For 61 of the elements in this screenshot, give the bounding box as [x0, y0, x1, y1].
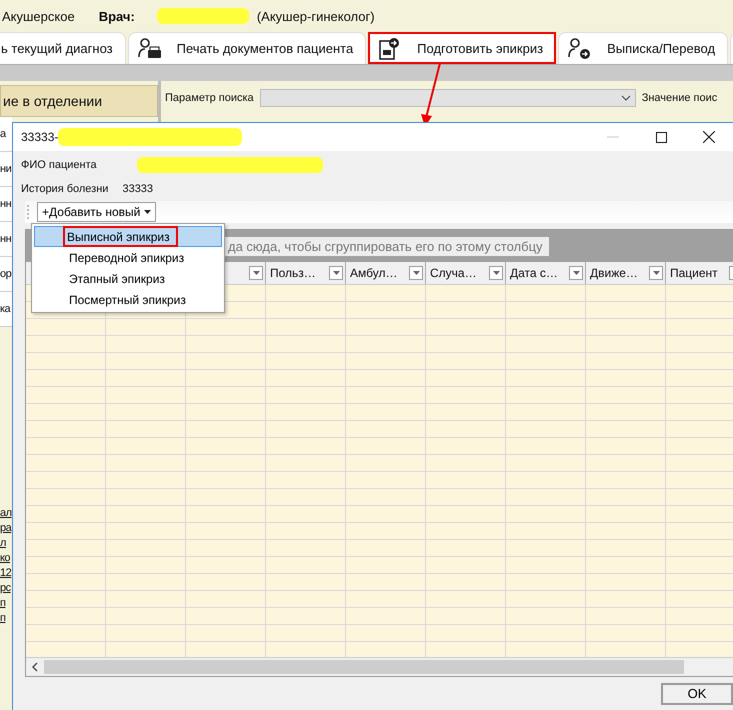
group-hint: да сюда, чтобы сгруппировать его по этому столбцу — [222, 236, 549, 256]
link[interactable]: л — [0, 537, 6, 550]
minimize-icon — [607, 136, 619, 138]
link[interactable]: ал — [0, 507, 12, 520]
tab[interactable]: ь текущий диагноз — [0, 32, 126, 64]
menu-item[interactable]: Посмертный эпикриз — [34, 289, 222, 310]
link[interactable]: п — [0, 597, 6, 610]
link[interactable]: п — [0, 612, 6, 625]
link[interactable]: ко — [0, 552, 10, 565]
panel-header: ие в отделении — [0, 85, 158, 117]
menu-item[interactable]: Выписной эпикриз — [34, 226, 222, 247]
dialog-title: 33333- — [21, 130, 58, 144]
filter-button[interactable] — [249, 266, 263, 280]
column-header[interactable]: Случа… — [430, 266, 477, 280]
list-item[interactable]: нн — [0, 187, 12, 222]
list-item[interactable]: а — [0, 117, 12, 152]
column-header[interactable]: Амбул… — [350, 266, 398, 280]
caret-icon — [412, 271, 420, 275]
column-header[interactable]: Пациент — [670, 266, 718, 280]
caret-icon — [492, 271, 500, 275]
history-label: История болезни — [21, 183, 108, 195]
scrollbar-thumb[interactable] — [44, 660, 684, 674]
chevron-icon — [620, 95, 631, 101]
filter-button[interactable] — [569, 266, 583, 280]
list-item[interactable]: ка — [0, 292, 12, 327]
link[interactable]: ра — [0, 522, 12, 535]
filter-button[interactable] — [409, 266, 423, 280]
history-value: 33333 — [122, 183, 154, 195]
menu-item[interactable]: Переводной эпикриз — [34, 247, 222, 268]
caret-icon — [332, 271, 340, 275]
link[interactable]: рс — [0, 582, 11, 595]
search-label: Параметр поиска — [165, 92, 254, 104]
filter-button[interactable] — [489, 266, 503, 280]
list-item[interactable]: нн — [0, 222, 12, 257]
column-header[interactable]: Польз… — [270, 266, 316, 280]
ok-button[interactable]: OK — [661, 682, 733, 704]
patient-label: ФИО пациента — [21, 159, 97, 171]
doctor-label: Врач: — [98, 8, 135, 24]
doctor-role: (Акушер-гинеколог) — [256, 8, 375, 24]
menu-item[interactable]: Этапный эпикриз — [34, 268, 222, 289]
link[interactable]: 12 — [0, 567, 12, 580]
list-item[interactable]: ор — [0, 257, 12, 292]
column-header[interactable]: Дата с… — [510, 266, 558, 280]
tab[interactable]: Печать документов пациента — [128, 32, 366, 64]
tab[interactable]: Подготовить эпикриз — [368, 32, 556, 64]
person-printer-icon — [136, 36, 163, 60]
caret-icon — [652, 271, 660, 275]
filter-button[interactable] — [329, 266, 343, 280]
list-item[interactable]: ни — [0, 152, 12, 187]
filter-button[interactable] — [649, 266, 663, 280]
caret-icon — [572, 271, 580, 275]
column-header[interactable]: Движе… — [590, 266, 638, 280]
caret-icon — [252, 271, 260, 275]
scroll-left-icon[interactable] — [30, 662, 40, 672]
tab[interactable]: Выписка/Перевод — [558, 32, 728, 64]
caret-icon — [144, 210, 152, 214]
close-icon — [703, 131, 715, 143]
department-label: Акушерское — [2, 8, 75, 24]
value-label: Значение поис — [642, 92, 718, 104]
maximize-icon — [656, 132, 666, 142]
add-new-button[interactable]: +Добавить новый — [37, 202, 156, 222]
